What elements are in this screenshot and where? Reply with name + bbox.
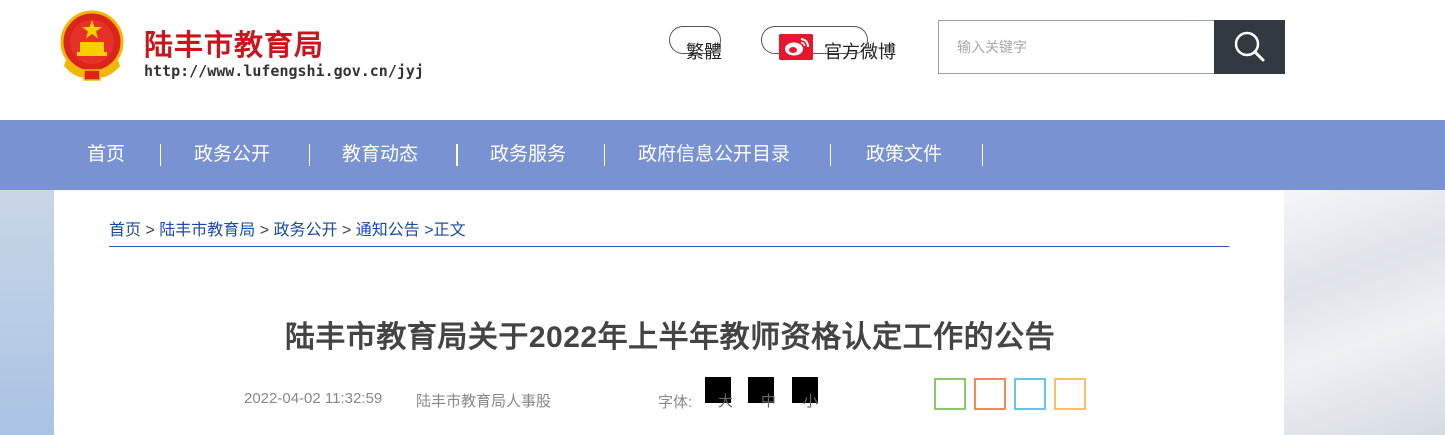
publish-date: 2022-04-02 11:32:59 [244,390,383,407]
breadcrumb-home[interactable]: 首页 [109,222,141,239]
breadcrumb: 首页 > 陆丰市教育局 > 政务公开 > 通知公告 >正文 [109,216,466,240]
font-size-medium-label[interactable]: 中 [761,390,776,411]
theme-swatch-green[interactable] [934,378,966,410]
breadcrumb-separator: > [145,222,155,239]
breadcrumb-government-affairs[interactable]: 政务公开 [274,222,338,239]
site-name[interactable]: 陆丰市教育局 [144,22,324,64]
breadcrumb-current: >正文 [424,222,466,239]
nav-divider [456,144,458,166]
nav-divider [309,144,310,166]
breadcrumb-divider [109,246,1229,247]
main-nav: 首页 政务公开 教育动态 政务服务 政府信息公开目录 政策文件 [0,120,1445,190]
nav-item-education-news[interactable]: 教育动态 [342,120,418,190]
nav-item-policy-documents[interactable]: 政策文件 [866,120,942,190]
breadcrumb-separator: > [342,222,352,239]
font-size-small-label[interactable]: 小 [803,390,818,411]
breadcrumb-separator: > [259,222,270,239]
breadcrumb-bureau[interactable]: 陆丰市教育局 [159,222,255,239]
font-size-label: 字体: [658,394,693,411]
nav-item-info-disclosure[interactable]: 政府信息公开目录 [638,120,790,190]
article-source: 陆丰市教育局人事股 [416,393,552,410]
site-header: 陆丰市教育局 http://www.lufengshi.gov.cn/jyj 繁… [0,0,1445,120]
search-icon [1234,31,1265,62]
search-button[interactable] [1214,20,1285,74]
nav-divider [160,144,161,166]
nav-divider [604,144,605,166]
nav-item-government-affairs[interactable]: 政务公开 [194,120,270,190]
nav-divider [982,144,983,166]
theme-swatch-yellow[interactable] [1054,378,1086,410]
weibo-icon[interactable] [779,34,813,60]
article-title: 陆丰市教育局关于2022年上半年教师资格认定工作的公告 [284,321,1056,354]
traditional-chinese-label[interactable]: 繁體 [686,38,722,64]
theme-swatch-blue[interactable] [1014,378,1046,410]
nav-item-home[interactable]: 首页 [87,120,125,190]
national-emblem-icon [60,10,124,81]
nav-divider [830,144,831,166]
breadcrumb-notices[interactable]: 通知公告 [356,222,420,239]
theme-swatch-orange[interactable] [974,378,1006,410]
site-url: http://www.lufengshi.gov.cn/jyj [144,62,424,80]
official-weibo-label[interactable]: 官方微博 [824,38,896,64]
nav-item-government-services[interactable]: 政务服务 [490,120,566,190]
search-input[interactable] [938,20,1216,74]
font-size-large-label[interactable]: 大 [718,390,733,411]
